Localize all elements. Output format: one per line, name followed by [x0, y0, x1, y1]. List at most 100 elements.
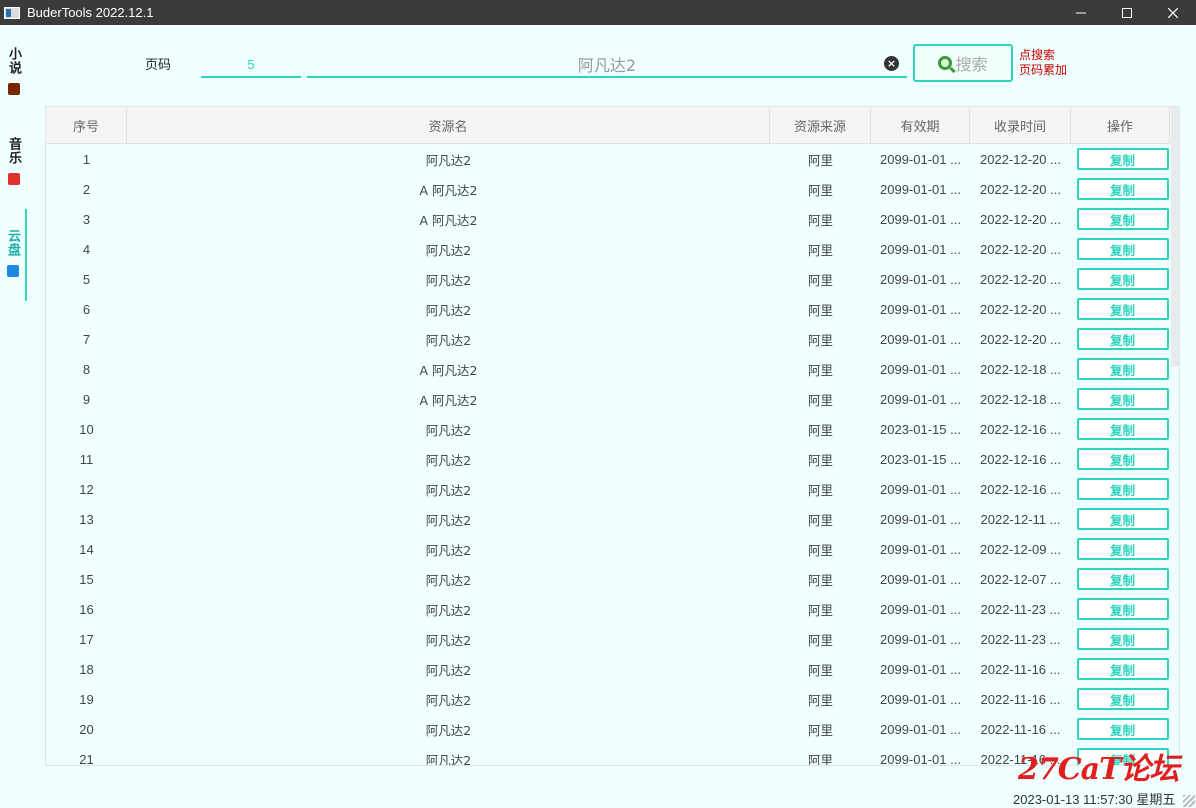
copy-button[interactable]: 复制 [1076, 328, 1169, 350]
table-row[interactable]: 20 阿凡达2 阿里 2099-01-01 ... 2022-11-16 ... 复制 [46, 714, 1179, 744]
copy-button[interactable]: 复制 [1076, 178, 1169, 200]
column-header-action[interactable]: 操作 [1071, 107, 1170, 143]
row-index: 20 [79, 721, 94, 737]
search-input[interactable] [307, 52, 907, 78]
table-row[interactable]: 18 阿凡达2 阿里 2099-01-01 ... 2022-11-16 ... 复制 [46, 654, 1179, 684]
table-row[interactable]: 16 阿凡达2 阿里 2099-01-01 ... 2022-11-23 ... 复制 [46, 594, 1179, 624]
resource-source: 阿里 [807, 332, 833, 348]
close-icon [1168, 7, 1178, 18]
copy-button[interactable]: 复制 [1076, 238, 1169, 260]
music-icon [7, 173, 20, 185]
table-row[interactable]: 21 阿凡达2 阿里 2099-01-01 ... 2022-11-16 ... 复制 [46, 744, 1179, 766]
action-cell: 复制 [1071, 208, 1170, 230]
table-scrollbar[interactable] [1171, 107, 1179, 367]
row-index: 21 [79, 751, 94, 766]
copy-button[interactable]: 复制 [1076, 148, 1169, 170]
table-row[interactable]: 2 A 阿凡达2 阿里 2099-01-01 ... 2022-12-20 ... 复制 [46, 174, 1179, 204]
column-header-expiry[interactable]: 有效期 [871, 107, 970, 143]
row-index: 13 [79, 511, 94, 527]
row-index: 8 [82, 361, 91, 377]
side-tab-novel[interactable]: 小说 [0, 47, 27, 105]
resource-name: 阿凡达2 [425, 422, 472, 438]
resource-source: 阿里 [807, 482, 833, 498]
action-cell: 复制 [1071, 568, 1170, 590]
resource-name: 阿凡达2 [425, 572, 472, 588]
page-number-input[interactable] [201, 52, 301, 78]
minimize-button[interactable] [1058, 0, 1104, 25]
copy-button[interactable]: 复制 [1076, 508, 1169, 530]
table-row[interactable]: 4 阿凡达2 阿里 2099-01-01 ... 2022-12-20 ... 复制 [46, 234, 1179, 264]
resource-source: 阿里 [807, 152, 833, 168]
search-hint-line: 点搜索 [1019, 48, 1056, 62]
resource-source: 阿里 [807, 512, 833, 528]
table-row[interactable]: 11 阿凡达2 阿里 2023-01-15 ... 2022-12-16 ... 复制 [46, 444, 1179, 474]
action-cell: 复制 [1071, 328, 1170, 350]
table-row[interactable]: 12 阿凡达2 阿里 2099-01-01 ... 2022-12-16 ... 复制 [46, 474, 1179, 504]
column-header-index[interactable]: 序号 [46, 107, 127, 143]
copy-button[interactable]: 复制 [1076, 628, 1169, 650]
copy-button[interactable]: 复制 [1076, 478, 1169, 500]
table-row[interactable]: 8 A 阿凡达2 阿里 2099-01-01 ... 2022-12-18 ... 复制 [46, 354, 1179, 384]
copy-button[interactable]: 复制 [1076, 208, 1169, 230]
row-index: 3 [82, 211, 91, 227]
copy-button[interactable]: 复制 [1076, 718, 1169, 740]
copy-button[interactable]: 复制 [1076, 418, 1169, 440]
table-row[interactable]: 1 阿凡达2 阿里 2099-01-01 ... 2022-12-20 ... 复制 [46, 144, 1179, 174]
row-index: 11 [79, 451, 94, 467]
expiry-date: 2023-01-15 ... [880, 421, 961, 437]
close-button[interactable] [1150, 0, 1196, 25]
resource-name: 阿凡达2 [425, 332, 472, 348]
table-row[interactable]: 19 阿凡达2 阿里 2099-01-01 ... 2022-11-16 ... 复制 [46, 684, 1179, 714]
clear-icon[interactable]: × [884, 56, 899, 71]
search-hint: 点搜索 页码累加 [1019, 48, 1067, 78]
side-tab-cloud-disk[interactable]: 云盘 [0, 209, 27, 301]
column-header-source[interactable]: 资源来源 [770, 107, 871, 143]
expiry-date: 2023-01-15 ... [880, 451, 961, 467]
resource-name: 阿凡达2 [425, 662, 472, 678]
row-index: 7 [82, 331, 91, 347]
table-row[interactable]: 15 阿凡达2 阿里 2099-01-01 ... 2022-12-07 ... 复制 [46, 564, 1179, 594]
table-body: 1 阿凡达2 阿里 2099-01-01 ... 2022-12-20 ... 复制 2 A … [46, 144, 1179, 766]
resize-grip[interactable] [1183, 795, 1195, 807]
table-row[interactable]: 9 A 阿凡达2 阿里 2099-01-01 ... 2022-12-18 ... 复制 [46, 384, 1179, 414]
copy-button[interactable]: 复制 [1076, 688, 1169, 710]
search-button-label: 搜索 [955, 55, 988, 74]
column-header-added-time[interactable]: 收录时间 [970, 107, 1071, 143]
table-row[interactable]: 7 阿凡达2 阿里 2099-01-01 ... 2022-12-20 ... 复制 [46, 324, 1179, 354]
table-row[interactable]: 5 阿凡达2 阿里 2099-01-01 ... 2022-12-20 ... 复制 [46, 264, 1179, 294]
copy-button[interactable]: 复制 [1076, 568, 1169, 590]
table-row[interactable]: 10 阿凡达2 阿里 2023-01-15 ... 2022-12-16 ... 复制 [46, 414, 1179, 444]
action-cell: 复制 [1071, 538, 1170, 560]
row-index: 1 [82, 151, 91, 167]
table-row[interactable]: 6 阿凡达2 阿里 2099-01-01 ... 2022-12-20 ... 复制 [46, 294, 1179, 324]
side-tab-music[interactable]: 音乐 [0, 137, 27, 195]
resource-name: 阿凡达2 [425, 632, 472, 648]
copy-button[interactable]: 复制 [1076, 298, 1169, 320]
copy-button[interactable]: 复制 [1076, 658, 1169, 680]
added-time: 2022-12-20 ... [980, 241, 1061, 257]
resource-source: 阿里 [807, 392, 833, 408]
table-row[interactable]: 3 A 阿凡达2 阿里 2099-01-01 ... 2022-12-20 ... 复制 [46, 204, 1179, 234]
added-time: 2022-12-20 ... [980, 181, 1061, 197]
column-header-name[interactable]: 资源名 [127, 107, 770, 143]
copy-button[interactable]: 复制 [1076, 538, 1169, 560]
table-row[interactable]: 17 阿凡达2 阿里 2099-01-01 ... 2022-11-23 ... 复制 [46, 624, 1179, 654]
added-time: 2022-12-07 ... [980, 571, 1061, 587]
action-cell: 复制 [1071, 388, 1170, 410]
expiry-date: 2099-01-01 ... [880, 331, 961, 347]
search-button[interactable]: 搜索 [913, 44, 1013, 82]
resource-name: A 阿凡达2 [419, 392, 478, 408]
table-row[interactable]: 14 阿凡达2 阿里 2099-01-01 ... 2022-12-09 ... 复制 [46, 534, 1179, 564]
maximize-button[interactable] [1104, 0, 1150, 25]
table-row[interactable]: 13 阿凡达2 阿里 2099-01-01 ... 2022-12-11 ... 复制 [46, 504, 1179, 534]
added-time: 2022-11-23 ... [980, 631, 1061, 647]
copy-button[interactable]: 复制 [1076, 448, 1169, 470]
resource-name: A 阿凡达2 [419, 362, 478, 378]
added-time: 2022-12-20 ... [980, 211, 1061, 227]
copy-button[interactable]: 复制 [1076, 598, 1169, 620]
expiry-date: 2099-01-01 ... [880, 211, 961, 227]
copy-button[interactable]: 复制 [1076, 388, 1169, 410]
added-time: 2022-11-16 ... [980, 691, 1061, 707]
copy-button[interactable]: 复制 [1076, 268, 1169, 290]
copy-button[interactable]: 复制 [1076, 358, 1169, 380]
